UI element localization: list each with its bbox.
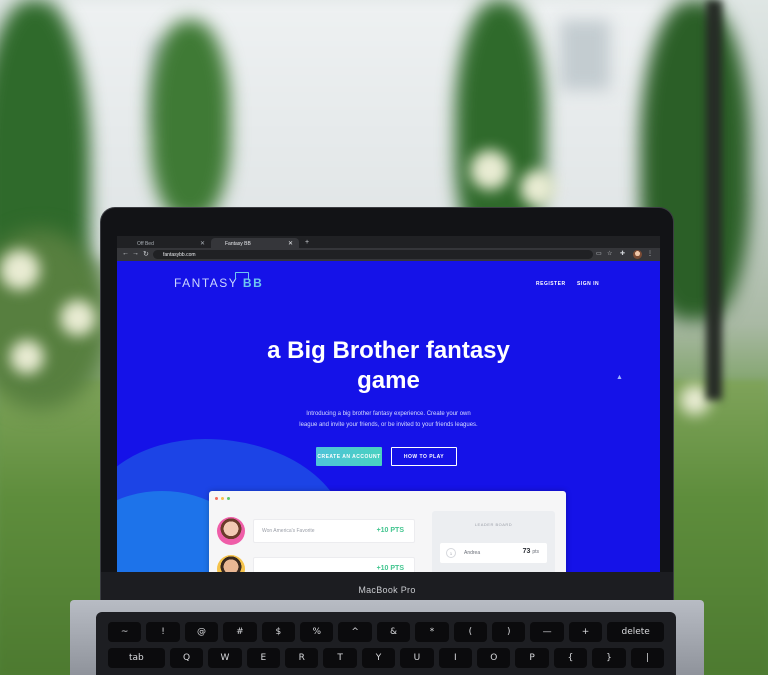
app-preview-card: Won America's Favorite +10 PTS +10 PTS L… (209, 491, 566, 572)
key[interactable]: I (438, 648, 473, 668)
house-window (560, 20, 610, 90)
hydrangea-flower (520, 170, 556, 206)
browser-tab-active[interactable]: Fantasy BB ✕ (211, 238, 299, 248)
url-text: fantasybb.com (163, 252, 196, 258)
key[interactable]: U (400, 648, 434, 668)
browser-tab-bar: Off Bed ✕ Fantasy BB ✕ + (117, 236, 660, 248)
key[interactable]: delete (607, 622, 665, 642)
leaderboard-row: 1 Andrea 73 pts (440, 543, 547, 563)
points-unit: pts (532, 549, 539, 555)
keyboard: ~! @ # $% ^ & *() — + delete tab Q W E R T Y U I O P{} | (96, 612, 676, 675)
points-reason: Won America's Favorite (262, 528, 315, 534)
key[interactable]: T (323, 648, 357, 668)
key[interactable]: + (568, 622, 603, 642)
forward-icon[interactable]: → (132, 250, 139, 257)
key[interactable]: ( (453, 622, 488, 642)
key[interactable]: # (223, 622, 257, 642)
points-row: +10 PTS (253, 557, 415, 572)
create-account-button[interactable]: CREATE AN ACCOUNT (316, 447, 382, 466)
key[interactable]: Y (361, 648, 396, 668)
laptop-model-label: MacBook Pro (358, 585, 416, 595)
key[interactable]: | (630, 648, 665, 668)
laptop-screen: Off Bed ✕ Fantasy BB ✕ + ← → ↻ fantasybb… (117, 236, 660, 572)
key[interactable]: @ (184, 622, 219, 642)
key-row-qwerty: tab Q W E R T Y U I O P{} | (108, 648, 665, 668)
browser-tab[interactable]: Off Bed ✕ (123, 238, 211, 248)
house-roof-icon (235, 272, 249, 280)
key[interactable]: & (376, 622, 411, 642)
player-name: Andrea (464, 550, 481, 556)
hydrangea-flower (0, 250, 40, 290)
key[interactable]: tab (108, 648, 165, 668)
key[interactable]: ) (492, 622, 526, 642)
hero-subtitle-line2: league and invite your friends, or be in… (299, 422, 478, 428)
key[interactable]: { (553, 648, 588, 668)
logo-text: FANTASY (174, 276, 239, 290)
points-value: +10 PTS (376, 565, 404, 572)
fantasybb-homepage: FANTASY BB REGISTER SIGN IN a Big Brothe… (117, 261, 660, 572)
key[interactable]: % (300, 622, 334, 642)
browser-toolbar: ← → ↻ fantasybb.com ▭ ☆ ✚ ⋮ (117, 248, 660, 261)
houseguest-avatar (217, 517, 245, 545)
menu-kebab-icon[interactable]: ⋮ (647, 250, 653, 257)
key[interactable]: R (285, 648, 319, 668)
points-row: Won America's Favorite +10 PTS (253, 519, 415, 543)
profile-avatar[interactable] (633, 250, 642, 259)
key[interactable]: ^ (338, 622, 372, 642)
key[interactable]: O (477, 648, 511, 668)
rank-badge: 1 (446, 548, 456, 558)
hero-headline-line2: game (357, 367, 420, 394)
key[interactable]: ~ (108, 622, 142, 642)
points-value: +10 PTS (376, 527, 404, 534)
site-logo[interactable]: FANTASY BB (174, 276, 263, 290)
laptop-chin: MacBook Pro (101, 572, 673, 600)
back-icon[interactable]: ← (122, 250, 129, 257)
hero-subtitle: Introducing a big brother fantasy experi… (306, 411, 471, 417)
close-icon[interactable]: ✕ (200, 240, 205, 247)
leaderboard-title: LEADER BOARD (474, 522, 513, 527)
new-tab-icon[interactable]: + (305, 239, 309, 246)
close-dot-icon (215, 497, 218, 500)
key[interactable]: * (415, 622, 449, 642)
key[interactable]: — (530, 622, 564, 642)
key[interactable]: ! (146, 622, 180, 642)
maximize-dot-icon (227, 497, 230, 500)
tab-title: Fantasy BB (225, 241, 251, 247)
address-bar[interactable]: fantasybb.com (153, 250, 593, 259)
window-dots (215, 497, 230, 500)
fence-post (706, 0, 722, 400)
install-app-icon[interactable]: ▭ (596, 250, 602, 257)
key[interactable]: $ (261, 622, 296, 642)
bookmark-star-icon[interactable]: ☆ (607, 250, 612, 257)
close-icon[interactable]: ✕ (288, 240, 293, 247)
evergreen-tree (150, 20, 230, 220)
hero-headline: a Big Brother fantasy (267, 337, 510, 364)
houseguest-avatar (217, 555, 245, 572)
hydrangea-flower (470, 150, 510, 190)
leaderboard-panel: LEADER BOARD 1 Andrea 73 pts (432, 511, 555, 572)
extensions-puzzle-icon[interactable]: ✚ (620, 250, 625, 257)
key-row-numbers: ~! @ # $% ^ & *() — + delete (108, 622, 665, 642)
hydrangea-flower (10, 340, 44, 374)
key[interactable]: W (208, 648, 242, 668)
tab-title: Off Bed (137, 241, 154, 247)
mouse-cursor-icon: ▲ (616, 374, 623, 381)
hydrangea-flower (60, 300, 96, 336)
minimize-dot-icon (221, 497, 224, 500)
key[interactable]: P (515, 648, 549, 668)
sign-in-link[interactable]: SIGN IN (577, 281, 599, 287)
register-link[interactable]: REGISTER (536, 281, 566, 287)
key[interactable]: } (592, 648, 626, 668)
points-number: 73 (522, 548, 531, 555)
reload-icon[interactable]: ↻ (143, 250, 149, 258)
key[interactable]: Q (169, 648, 204, 668)
player-points: 73 pts (523, 548, 539, 555)
key[interactable]: E (246, 648, 280, 668)
how-to-play-button[interactable]: HOW TO PLAY (391, 447, 457, 466)
